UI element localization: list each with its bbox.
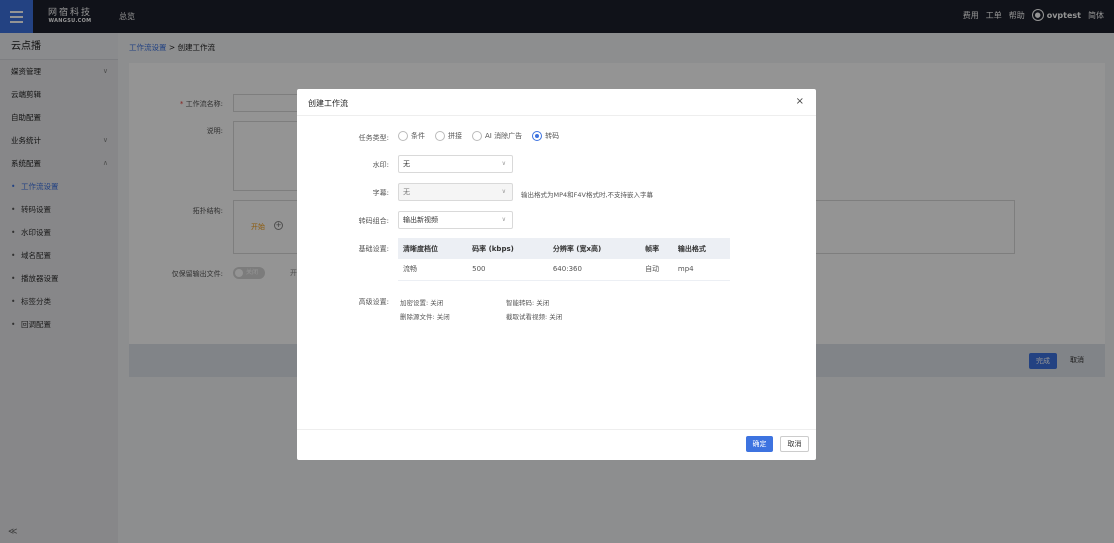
close-icon[interactable]: × [796,96,804,107]
radio-checked-icon [532,131,543,141]
transcode-combo-value: 输出新视频 [403,216,438,224]
dialog-header: 创建工作流 × [297,89,816,116]
subtitle-hint: 输出格式为MP4和F4V格式时,不支持嵌入字幕 [521,191,654,199]
smart-transcode-setting: 智能转码: 关闭 [506,299,550,307]
dialog-title: 创建工作流 [308,99,348,108]
radio-label: 转码 [545,132,560,140]
subtitle-select[interactable]: 无 ∨ [398,183,513,201]
table-header: 输出格式 [672,238,730,259]
preview-clip-setting: 截取试看视频: 关闭 [506,313,563,321]
radio-circle-icon [472,131,482,141]
table-header: 分辨率 (宽x高) [547,238,641,259]
task-type-radio-group: 条件 拼接 AI 消除广告 转码 [398,131,559,141]
subtitle-label: 字幕: [372,189,389,197]
radio-transcode[interactable]: 转码 [532,131,559,141]
table-header-row: 清晰度档位 码率 (kbps) 分辨率 (宽x高) 帧率 输出格式 [398,238,730,259]
chevron-down-icon: ∨ [501,160,506,167]
radio-ai-ad-removal[interactable]: AI 消除广告 [472,131,522,141]
table-header: 帧率 [640,238,673,259]
advanced-settings-label: 高级设置: [358,298,389,306]
radio-condition[interactable]: 条件 [398,131,425,141]
transcode-combo-label: 转码组合: [358,217,389,225]
radio-label: 拼接 [448,132,462,140]
table-row: 流畅 500 640:360 自动 mp4 [398,259,730,281]
watermark-label: 水印: [372,161,389,169]
chevron-down-icon: ∨ [501,216,506,223]
radio-label: 条件 [411,132,425,140]
table-header: 清晰度档位 [398,238,468,259]
radio-circle-icon [435,131,445,141]
table-cell: mp4 [672,259,730,281]
table-cell: 自动 [640,259,673,281]
delete-source-setting: 删除源文件: 关闭 [400,313,450,321]
radio-splice[interactable]: 拼接 [435,131,462,141]
radio-label: AI 消除广告 [485,132,523,140]
table-cell: 500 [467,259,548,281]
dialog-footer-divider [297,429,816,430]
create-workflow-dialog: 创建工作流 × 任务类型: 条件 拼接 AI 消除广告 转码 水印: 无 ∨ 字幕… [297,89,816,460]
table-cell: 流畅 [398,259,468,281]
transcode-combo-select[interactable]: 输出新视频 ∨ [398,211,513,229]
confirm-button[interactable]: 确定 [746,436,773,452]
task-type-label: 任务类型: [358,134,389,142]
table-header: 码率 (kbps) [467,238,548,259]
watermark-value: 无 [403,160,410,168]
subtitle-value: 无 [403,188,410,196]
chevron-down-icon: ∨ [501,188,506,195]
basic-settings-label: 基础设置: [358,245,389,253]
table-cell: 640:360 [547,259,641,281]
radio-circle-icon [398,131,408,141]
watermark-select[interactable]: 无 ∨ [398,155,513,173]
basic-settings-table: 清晰度档位 码率 (kbps) 分辨率 (宽x高) 帧率 输出格式 流畅 500… [398,238,730,281]
encrypt-setting: 加密设置: 关闭 [400,299,444,307]
dialog-cancel-button[interactable]: 取消 [780,436,809,452]
